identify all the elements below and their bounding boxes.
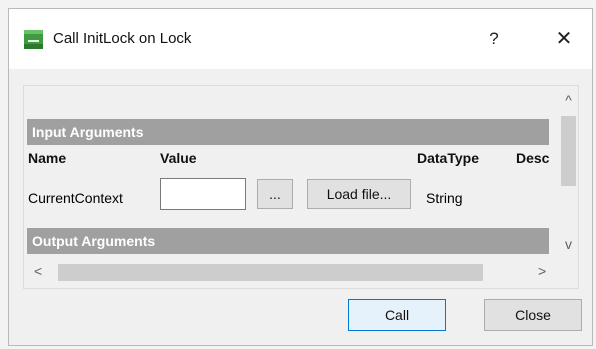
input-arguments-header: Input Arguments [27, 119, 549, 145]
argument-datatype: String [426, 190, 463, 206]
scroll-up-icon[interactable]: ^ [558, 92, 578, 108]
close-icon[interactable]: ✕ [546, 25, 582, 53]
horizontal-scroll-thumb[interactable] [58, 264, 483, 281]
argument-value-input[interactable] [160, 178, 246, 210]
column-value: Value [160, 150, 197, 166]
output-arguments-header: Output Arguments [27, 228, 549, 254]
scroll-left-icon[interactable]: < [34, 263, 42, 279]
browse-button[interactable]: ... [257, 179, 293, 209]
column-name: Name [28, 150, 67, 166]
call-button[interactable]: Call [348, 299, 446, 331]
help-button[interactable]: ? [479, 25, 509, 53]
title-bar: Call InitLock on Lock ? ✕ [9, 9, 592, 69]
arguments-panel: ^ v Input Arguments Name Value DataType … [23, 85, 579, 289]
scroll-down-icon[interactable]: v [558, 236, 578, 252]
load-file-button[interactable]: Load file... [307, 179, 411, 209]
vertical-scroll-thumb[interactable] [561, 116, 576, 186]
vertical-scrollbar[interactable]: ^ v [558, 86, 578, 259]
argument-name: CurrentContext [28, 190, 123, 206]
close-button[interactable]: Close [484, 299, 582, 331]
column-description: Desc [516, 150, 550, 166]
app-icon [24, 30, 43, 49]
horizontal-scrollbar[interactable]: < > [24, 260, 558, 284]
column-datatype: DataType [417, 150, 479, 166]
window-title: Call InitLock on Lock [53, 30, 192, 47]
dialog-window: Call InitLock on Lock ? ✕ ^ v Input Argu… [8, 8, 593, 346]
scroll-right-icon[interactable]: > [538, 263, 546, 279]
